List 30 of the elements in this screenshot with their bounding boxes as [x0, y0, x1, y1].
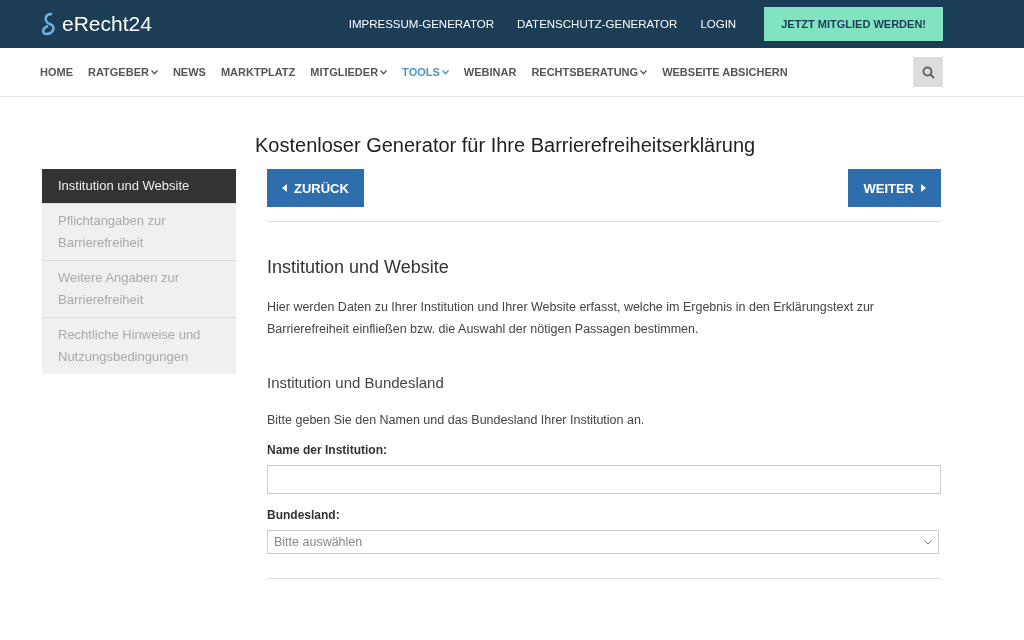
search-icon	[921, 65, 935, 79]
subsection-title: Institution und Bundesland	[267, 374, 445, 391]
page-title: Kostenloser Generator für Ihre Barrierefreiheitserklärung	[255, 134, 757, 157]
nav-item[interactable]: RECHTSBERATUNG	[531, 66, 648, 78]
select-field[interactable]: Bitte auswählen	[267, 530, 939, 554]
triangle-right-icon	[920, 184, 926, 192]
instruction-text: Bitte geben Sie den Namen und das Bundesland Ihrer Institution an.	[267, 413, 646, 427]
header-link[interactable]: DATENSCHUTZ-GENERATOR	[517, 18, 678, 30]
chevron-down-icon	[924, 539, 932, 545]
field-label: Name der Institution:	[267, 443, 388, 457]
nav-item[interactable]: HOME	[40, 66, 73, 78]
next-button[interactable]: WEITER	[848, 169, 941, 207]
intro-text: Hier werden Daten zu Ihrer Institution und Ihrer Website erfasst, welche im Ergebnis in den Erklärungstext zur Barrierefreiheit einfließen bzw. die Auswahl der nötigen Passagen bestimmen.	[267, 299, 875, 338]
back-button[interactable]: ZURÜCK	[267, 169, 364, 207]
nav-item[interactable]: WEBINAR	[463, 66, 517, 78]
join-button[interactable]: JETZT MITGLIED WERDEN!	[764, 7, 943, 41]
header-link[interactable]: LOGIN	[700, 18, 737, 30]
nav-item[interactable]: NEWS	[172, 66, 206, 78]
logo-text: eRecht24	[62, 12, 152, 36]
nav-item[interactable]: RATGEBER	[88, 66, 158, 78]
section-title: Institution und Website	[267, 257, 450, 278]
nav-item[interactable]: MITGLIEDER	[310, 66, 388, 78]
nav-item[interactable]: WEBSEITE ABSICHERN	[662, 66, 788, 78]
triangle-left-icon	[282, 184, 288, 192]
field-label: Bundesland:	[267, 508, 341, 522]
search-button[interactable]	[913, 57, 943, 87]
step-item[interactable]: Institution und Website	[42, 169, 236, 203]
header-link[interactable]: IMPRESSUM-GENERATOR	[348, 18, 494, 30]
input-field[interactable]	[267, 465, 941, 494]
nav-item[interactable]: MARKTPLATZ	[220, 66, 296, 78]
